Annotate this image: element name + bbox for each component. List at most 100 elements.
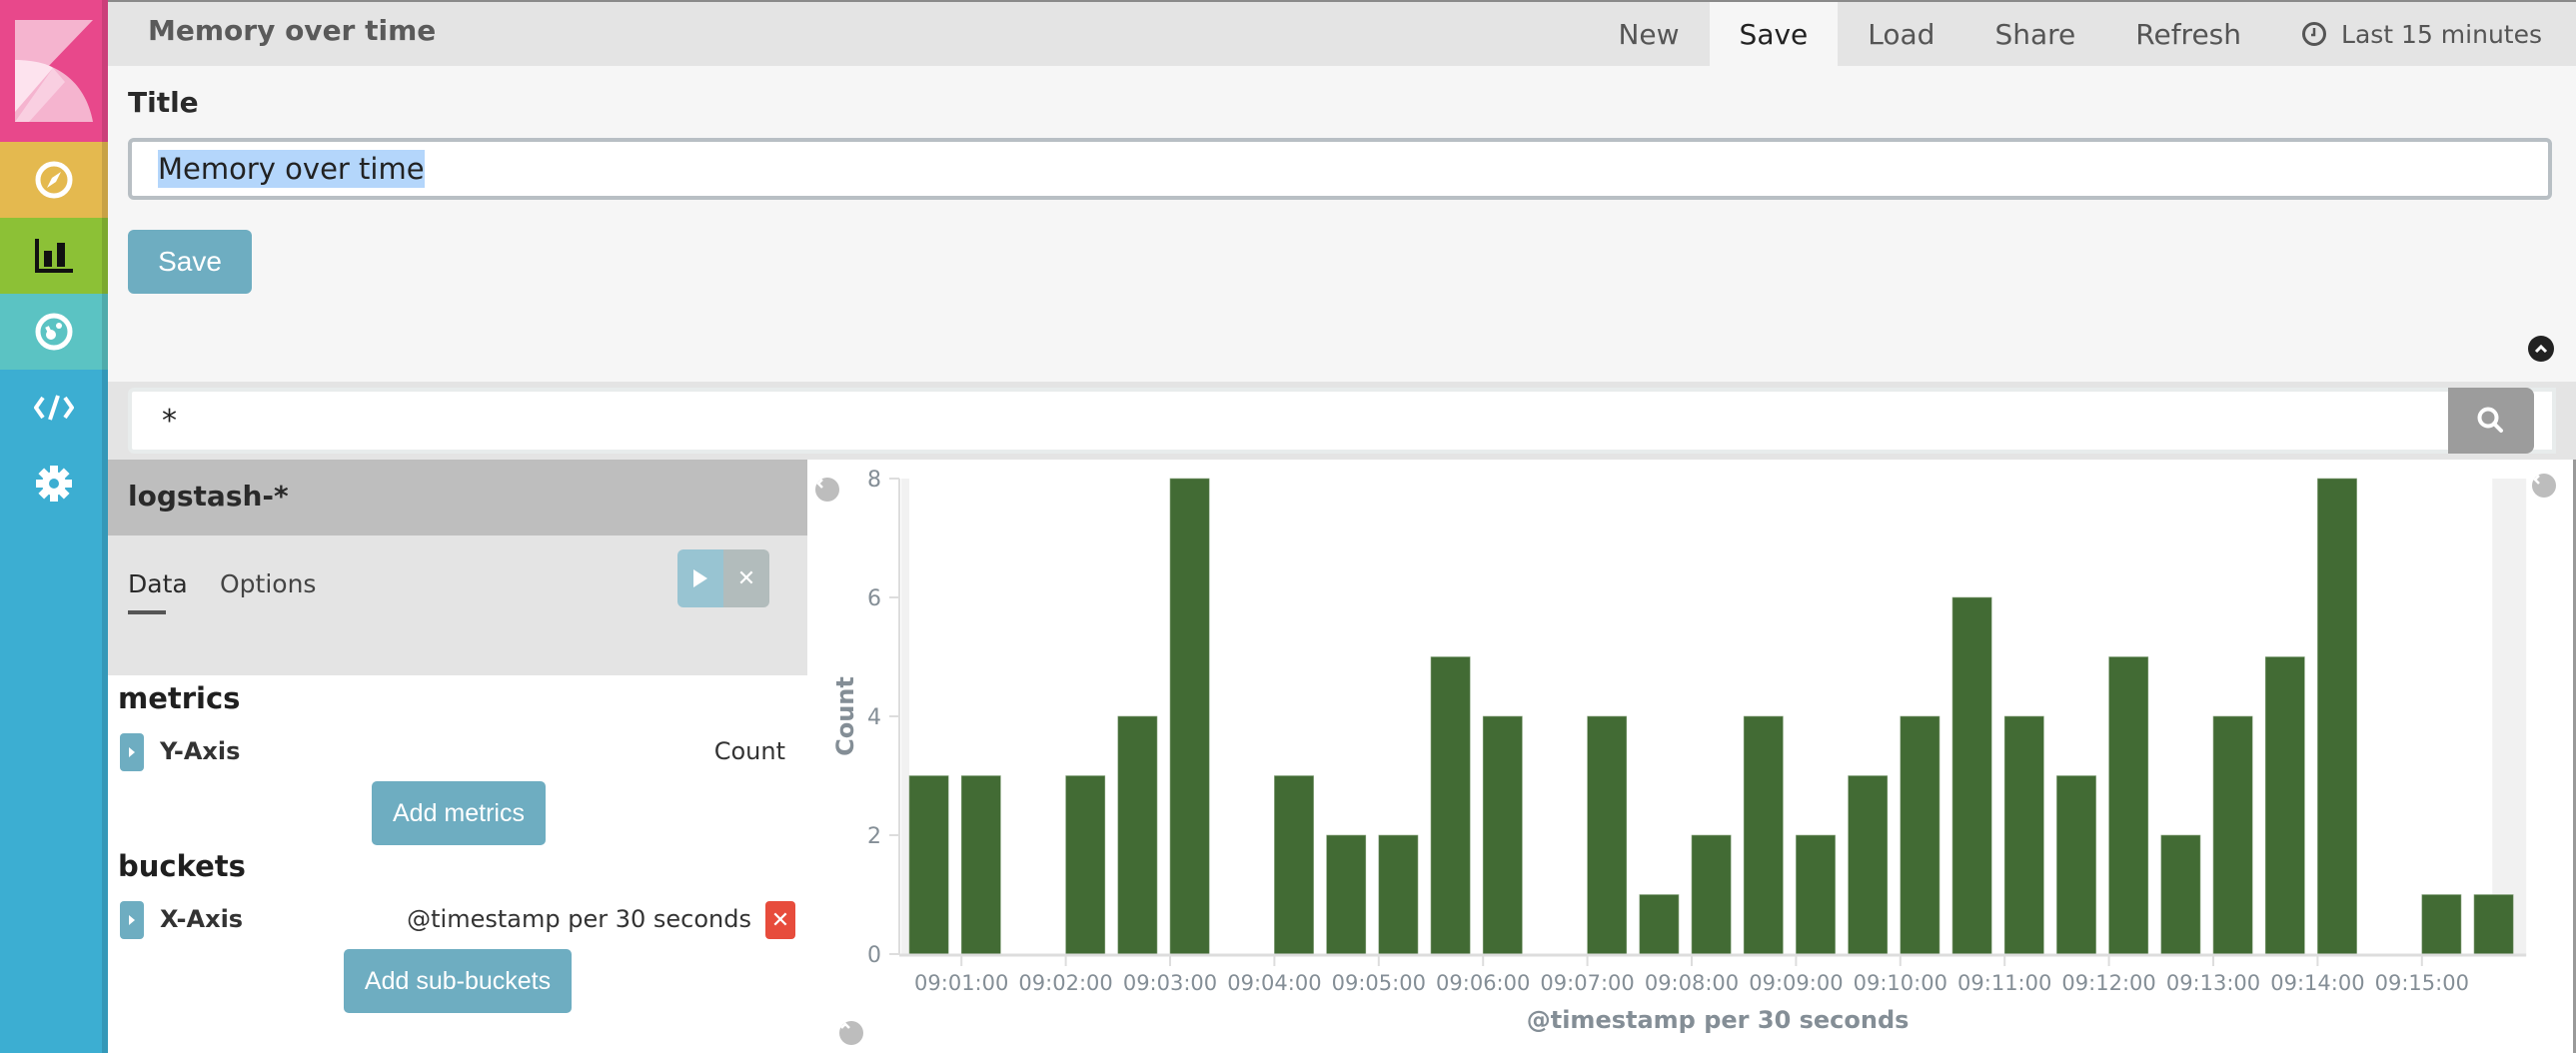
bar: [2212, 715, 2253, 955]
play-icon: [693, 569, 707, 587]
chevron-left-icon: [2533, 475, 2540, 485]
menu-new[interactable]: New: [1588, 2, 1709, 66]
add-sub-buckets-button[interactable]: Add sub-buckets: [344, 949, 572, 1013]
bar: [1169, 478, 1210, 955]
sidebar-nav: [0, 0, 108, 1053]
x-tick-label: 09:15:00: [2375, 971, 2469, 995]
bar: [1430, 656, 1471, 955]
bar: [2421, 894, 2462, 955]
x-tick-label: 09:11:00: [1957, 971, 2051, 995]
collapse-panel-button[interactable]: [2528, 336, 2554, 362]
timepicker-label: Last 15 minutes: [2341, 19, 2542, 49]
x-tick-label: 09:04:00: [1227, 971, 1321, 995]
sidebar-item-management[interactable]: [0, 446, 108, 522]
sidebar-item-visualize[interactable]: [0, 218, 108, 294]
x-tick-label: 09:09:00: [1749, 971, 1843, 995]
chevron-up-icon: [840, 1022, 850, 1029]
compass-icon: [35, 161, 73, 199]
menu-save[interactable]: Save: [1709, 2, 1839, 66]
bar: [1743, 715, 1784, 955]
bar: [2108, 656, 2149, 955]
y-tick-label: 2: [867, 824, 881, 849]
apply-changes-button[interactable]: [677, 549, 723, 607]
query-input[interactable]: *: [128, 388, 2556, 454]
caret-right-icon: [129, 915, 135, 925]
sidebar-item-discover[interactable]: [0, 142, 108, 218]
x-tick-label: 09:12:00: [2061, 971, 2155, 995]
bar-chart: 0 2 4 6 8 Count 09:01:00 09:02:00 09:03:00 09:04:…: [831, 468, 2527, 1034]
bar: [2056, 775, 2096, 955]
search-icon: [2477, 407, 2503, 433]
sidebar-item-dev-tools[interactable]: [0, 370, 108, 446]
x-tick-label: 09:08:00: [1645, 971, 1739, 995]
metric-agg-row[interactable]: Y-Axis Count: [118, 733, 797, 771]
top-nav: Memory over time New Save Load Share Ref…: [108, 0, 2576, 66]
chevron-left-icon: [816, 479, 823, 489]
x-tick-label: 09:14:00: [2270, 971, 2364, 995]
menu-share[interactable]: Share: [1964, 2, 2105, 66]
agg-label: X-Axis: [160, 905, 244, 933]
remove-bucket-button[interactable]: ✕: [765, 901, 795, 939]
expand-toggle-button[interactable]: [120, 733, 144, 771]
title-input[interactable]: Memory over time: [128, 138, 2552, 200]
buckets-section-title: buckets: [118, 849, 246, 883]
bar: [1900, 715, 1940, 955]
search-button[interactable]: [2448, 388, 2534, 454]
bucket-agg-row[interactable]: X-Axis @timestamp per 30 seconds ✕: [118, 901, 797, 939]
top-menu: New Save Load Share Refresh Last 15 minu…: [1588, 2, 2576, 66]
tab-options[interactable]: Options: [220, 569, 316, 598]
y-tick-label: 6: [867, 586, 881, 611]
bar: [1274, 775, 1314, 955]
bar: [1639, 894, 1680, 955]
title-input-value: Memory over time: [158, 150, 425, 188]
add-metrics-button[interactable]: Add metrics: [372, 781, 546, 845]
collapse-editor-button[interactable]: [815, 478, 839, 502]
bar: [960, 775, 1001, 955]
editor-tabs: Data Options ✕: [108, 535, 807, 675]
timepicker-button[interactable]: Last 15 minutes: [2271, 2, 2576, 66]
x-tick-label: 09:03:00: [1123, 971, 1217, 995]
y-axis-title: Count: [831, 676, 859, 756]
clock-icon: [2302, 22, 2327, 46]
x-tick-label: 09:13:00: [2166, 971, 2260, 995]
active-tab-indicator: [128, 610, 166, 614]
index-pattern-title: logstash-*: [108, 460, 807, 535]
query-bar: *: [108, 382, 2576, 460]
x-tick-label: 09:02:00: [1018, 971, 1112, 995]
save-button[interactable]: Save: [128, 230, 252, 294]
bar: [908, 775, 949, 955]
x-tick-label: 09:01:00: [914, 971, 1008, 995]
bar: [2317, 478, 2357, 955]
bar: [2160, 834, 2201, 955]
visualization-chart: 0 2 4 6 8 Count 09:01:00 09:02:00 09:03:00 09:04:…: [807, 460, 2576, 1053]
bar: [2473, 894, 2514, 955]
collapse-spy-button[interactable]: [839, 1021, 863, 1045]
bar: [1378, 834, 1419, 955]
sidebar-item-logo[interactable]: [0, 0, 108, 142]
tab-data[interactable]: Data: [128, 569, 188, 598]
bar: [1326, 834, 1367, 955]
bar-chart-icon: [35, 239, 73, 273]
kibana-logo-icon: [15, 20, 93, 122]
expand-toggle-button[interactable]: [120, 901, 144, 939]
menu-refresh[interactable]: Refresh: [2105, 2, 2271, 66]
time-range-edge: [901, 479, 909, 954]
discard-changes-button[interactable]: ✕: [723, 549, 769, 607]
bar: [1796, 834, 1836, 955]
bar: [2003, 715, 2044, 955]
title-label: Title: [128, 86, 199, 119]
save-visualization-panel: Title Memory over time Save: [108, 66, 2576, 382]
menu-load[interactable]: Load: [1838, 2, 1964, 66]
bar: [1117, 715, 1158, 955]
x-tick-label: 09:06:00: [1436, 971, 1530, 995]
agg-label: Y-Axis: [160, 737, 241, 765]
collapse-legend-button[interactable]: [2532, 474, 2556, 498]
close-icon: ✕: [736, 565, 756, 591]
x-axis-title: @timestamp per 30 seconds: [1527, 1006, 1910, 1034]
x-tick-label: 09:10:00: [1854, 971, 1947, 995]
dashboard-gauge-icon: [35, 313, 73, 351]
bar: [2264, 656, 2305, 955]
sidebar-item-dashboard[interactable]: [0, 294, 108, 370]
bar: [1951, 596, 1992, 955]
x-tick-label: 09:05:00: [1332, 971, 1426, 995]
